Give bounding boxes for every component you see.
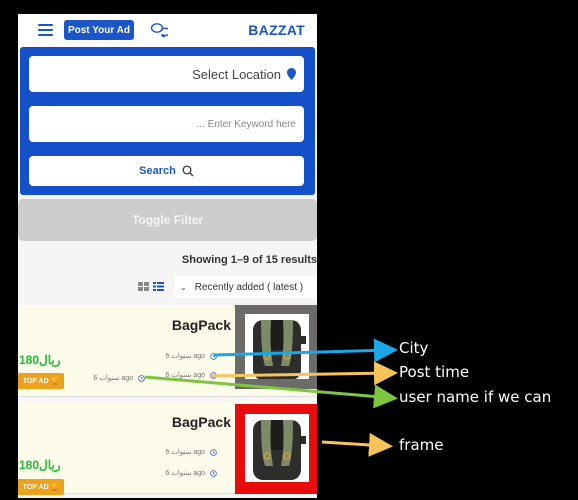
arrow-post-time [211,361,398,386]
arrow-user-name [144,375,398,409]
annotation-city: City [399,339,429,357]
annotation-post-time: Post time [399,363,470,381]
annotation-frame: frame [399,436,444,454]
annotation-user-name: user name if we can [399,388,552,406]
arrow-city [213,338,398,363]
arrow-frame [321,432,393,457]
annotation-arrows [144,338,398,457]
